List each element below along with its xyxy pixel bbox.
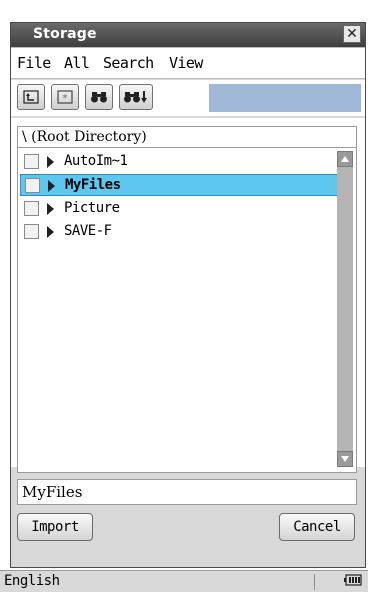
toolbar-spacer: [209, 84, 361, 112]
item-checkbox[interactable]: [24, 154, 39, 169]
new-folder-icon: *: [57, 90, 73, 104]
up-arrow-icon: [341, 156, 349, 162]
list-item[interactable]: Picture: [20, 198, 338, 220]
expand-arrow-icon[interactable]: [47, 203, 54, 215]
cancel-button[interactable]: Cancel: [279, 513, 355, 541]
item-checkbox[interactable]: [25, 178, 40, 193]
storage-dialog: Storage ✕ File All Search View * \ (Root…: [10, 22, 366, 568]
search-next-button[interactable]: [119, 84, 153, 110]
expand-arrow-icon[interactable]: [47, 156, 54, 168]
svg-text:*: *: [63, 93, 68, 104]
status-bar: English: [0, 570, 368, 592]
down-arrow-icon: [341, 456, 349, 462]
scroll-down-button[interactable]: [337, 451, 353, 467]
list-item-selected[interactable]: MyFiles: [20, 174, 338, 196]
search-button[interactable]: [85, 84, 113, 110]
folder-list[interactable]: AutoIm~1 MyFiles Picture SAVE-F: [17, 148, 357, 473]
parent-folder-button[interactable]: [17, 84, 45, 110]
vertical-scrollbar[interactable]: [337, 151, 353, 467]
screen: Storage ✕ File All Search View * \ (Root…: [0, 0, 368, 592]
binoculars-next-icon: [124, 91, 147, 103]
import-button[interactable]: Import: [17, 513, 93, 541]
battery-icon: [344, 574, 362, 589]
scroll-thumb[interactable]: [338, 169, 352, 447]
item-checkbox[interactable]: [24, 201, 39, 216]
expand-arrow-icon[interactable]: [48, 180, 55, 192]
expand-arrow-icon[interactable]: [47, 226, 54, 238]
item-label: MyFiles: [65, 177, 121, 193]
filename-field[interactable]: MyFiles: [17, 479, 357, 505]
menu-all[interactable]: All: [64, 54, 90, 72]
toolbar: *: [11, 80, 365, 116]
title-bar: Storage ✕: [11, 23, 365, 47]
language-indicator[interactable]: English: [4, 573, 60, 589]
list-item[interactable]: AutoIm~1: [20, 151, 338, 173]
item-label: AutoIm~1: [64, 153, 128, 169]
menu-view[interactable]: View: [169, 54, 203, 72]
binoculars-icon: [91, 92, 107, 103]
path-bar: \ (Root Directory): [17, 126, 357, 148]
scroll-up-button[interactable]: [337, 151, 353, 167]
file-browser: \ (Root Directory) AutoIm~1 MyFiles Pict…: [11, 118, 365, 473]
item-label: Picture: [64, 200, 120, 216]
parent-folder-icon: [23, 90, 39, 104]
menu-search[interactable]: Search: [103, 54, 154, 72]
new-folder-button[interactable]: *: [51, 84, 79, 110]
status-divider: [314, 574, 315, 590]
menu-file[interactable]: File: [17, 54, 51, 72]
item-label: SAVE-F: [64, 223, 112, 239]
item-checkbox[interactable]: [24, 224, 39, 239]
dialog-title: Storage: [33, 26, 97, 42]
close-button[interactable]: ✕: [343, 25, 361, 43]
list-item[interactable]: SAVE-F: [20, 221, 338, 243]
menu-bar: File All Search View: [11, 47, 365, 79]
